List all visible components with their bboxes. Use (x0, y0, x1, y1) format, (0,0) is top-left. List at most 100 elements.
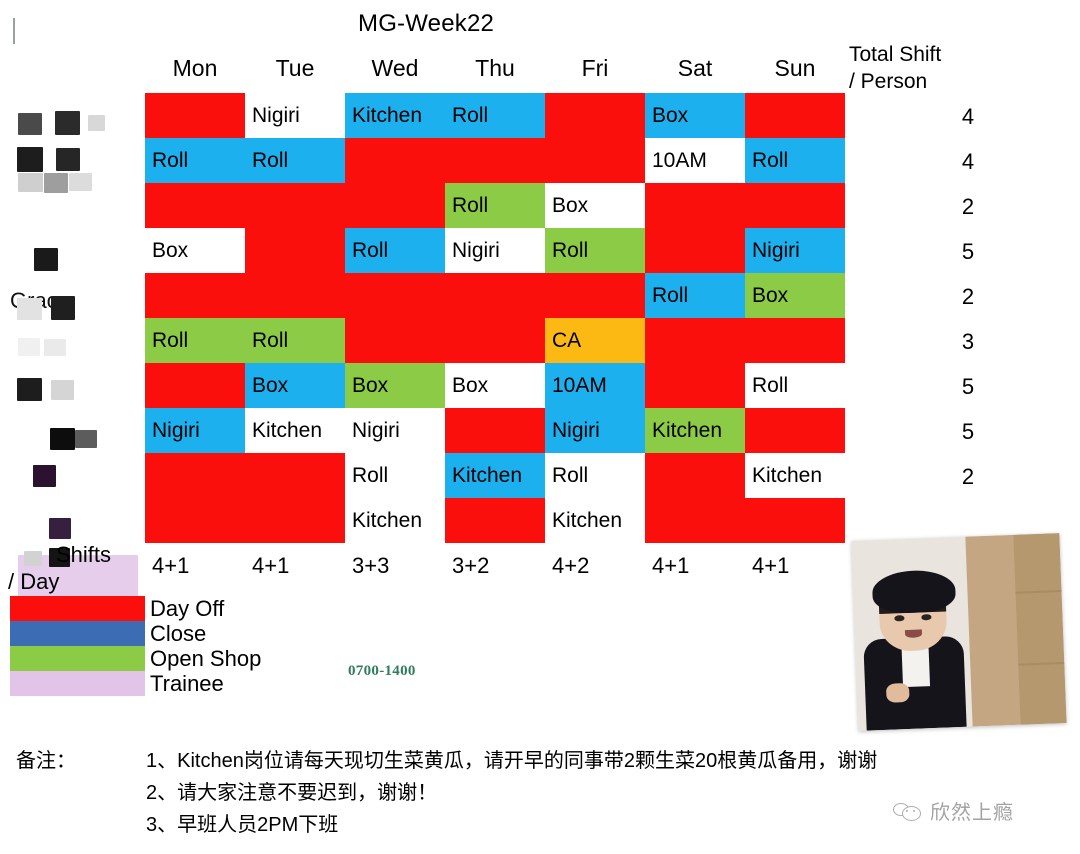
shift-cell[interactable] (445, 273, 545, 318)
shift-cell[interactable] (145, 453, 245, 498)
shift-cell[interactable]: Kitchen (745, 453, 845, 498)
schedule-grid: Nigiri Kitchen Roll Box Roll Roll 10AM Roll Roll… (145, 93, 850, 543)
shift-cell[interactable] (745, 318, 845, 363)
shift-cell[interactable] (745, 93, 845, 138)
shift-cell[interactable] (445, 318, 545, 363)
shift-cell[interactable] (645, 498, 745, 543)
redacted-name-block (51, 296, 75, 320)
shift-cell[interactable] (645, 453, 745, 498)
shift-cell[interactable] (245, 273, 345, 318)
shift-cell[interactable]: Roll (245, 138, 345, 183)
day-header-sat: Sat (677, 55, 713, 81)
shift-cell[interactable]: Kitchen (345, 498, 445, 543)
shift-cell[interactable] (545, 138, 645, 183)
shift-cell[interactable]: Kitchen (545, 498, 645, 543)
shift-cell[interactable] (445, 138, 545, 183)
shift-cell[interactable]: CA (545, 318, 645, 363)
redacted-name-block (17, 298, 42, 320)
redacted-name-block (17, 147, 43, 172)
shift-cell[interactable]: Nigiri (245, 93, 345, 138)
shift-cell[interactable] (245, 498, 345, 543)
shift-cell[interactable]: Roll (345, 228, 445, 273)
shift-cell[interactable] (445, 498, 545, 543)
photo-child-shirt (901, 648, 930, 688)
chat-bubble-icon (893, 801, 923, 821)
child-photo (851, 533, 1067, 731)
shift-cell[interactable]: Roll (545, 453, 645, 498)
redacted-name-block (88, 115, 105, 131)
shift-cell[interactable]: 10AM (545, 363, 645, 408)
shift-cell[interactable] (145, 93, 245, 138)
photo-child-eye (920, 614, 932, 621)
shift-cell[interactable]: Roll (445, 93, 545, 138)
shift-cell[interactable]: 10AM (645, 138, 745, 183)
shift-cell[interactable] (345, 138, 445, 183)
shift-cell[interactable] (145, 363, 245, 408)
shift-cell[interactable] (345, 273, 445, 318)
shift-cell[interactable]: Roll (145, 138, 245, 183)
shift-cell[interactable]: Roll (745, 138, 845, 183)
shift-cell[interactable] (545, 93, 645, 138)
shift-cell[interactable] (745, 498, 845, 543)
shift-cell[interactable] (145, 273, 245, 318)
shift-cell[interactable]: Roll (345, 453, 445, 498)
legend-label: Close (150, 621, 207, 646)
notes-line: 1、Kitchen岗位请每天现切生菜黄瓜，请开早的同事带2颗生菜20根黄瓜备用，… (146, 750, 878, 772)
shift-cell[interactable]: Kitchen (445, 453, 545, 498)
employee-name-column: Grace (0, 93, 145, 643)
shift-cell[interactable] (245, 183, 345, 228)
shift-cell[interactable] (745, 183, 845, 228)
shift-cell[interactable] (645, 318, 745, 363)
total-shift-value: 4 (961, 149, 975, 174)
shift-cell[interactable]: Nigiri (145, 408, 245, 453)
shift-cell[interactable]: Roll (745, 363, 845, 408)
shift-cell[interactable] (345, 318, 445, 363)
day-header-tue: Tue (275, 55, 315, 81)
shift-cell[interactable] (545, 273, 645, 318)
shift-cell[interactable] (645, 228, 745, 273)
shift-cell[interactable]: Kitchen (245, 408, 345, 453)
shift-cell[interactable]: Roll (445, 183, 545, 228)
shift-cell[interactable] (445, 408, 545, 453)
shift-cell[interactable]: Nigiri (545, 408, 645, 453)
shift-cell[interactable]: Nigiri (745, 228, 845, 273)
shift-cell[interactable]: Nigiri (345, 408, 445, 453)
shift-cell[interactable]: Box (745, 273, 845, 318)
shift-cell[interactable] (745, 408, 845, 453)
legend-label: Open Shop (150, 646, 262, 671)
shift-cell[interactable]: Box (245, 363, 345, 408)
redacted-name-block (18, 338, 40, 356)
legend-row: Open Shop (10, 646, 530, 671)
shift-cell[interactable]: Kitchen (645, 408, 745, 453)
shift-cell[interactable]: Box (345, 363, 445, 408)
shifts-per-day-value: 4+2 (552, 553, 590, 578)
shift-cell[interactable]: Roll (245, 318, 345, 363)
legend-swatch (10, 621, 145, 646)
shift-cell[interactable] (645, 183, 745, 228)
shift-cell[interactable] (245, 453, 345, 498)
total-shift-header-line2: / Person (849, 70, 928, 93)
redacted-name-block (34, 248, 58, 271)
shift-cell[interactable]: Box (145, 228, 245, 273)
shift-cell[interactable] (345, 183, 445, 228)
shift-cell[interactable] (145, 183, 245, 228)
shift-cell[interactable]: Box (645, 93, 745, 138)
shift-cell[interactable] (145, 498, 245, 543)
redacted-name-block (75, 430, 97, 448)
shift-cell[interactable]: Nigiri (445, 228, 545, 273)
shift-cell[interactable]: Box (445, 363, 545, 408)
shift-cell[interactable]: Roll (645, 273, 745, 318)
chat-bubble-dot (913, 809, 915, 812)
total-shift-value: 2 (961, 194, 975, 219)
shift-cell[interactable]: Roll (145, 318, 245, 363)
total-shift-value: 5 (961, 374, 975, 399)
notes-line: 2、请大家注意不要迟到，谢谢！ (146, 782, 438, 804)
shift-cell[interactable]: Kitchen (345, 93, 445, 138)
shift-cell[interactable] (645, 363, 745, 408)
redacted-name-block (17, 378, 42, 401)
legend-label: Day Off (150, 596, 225, 621)
shift-cell[interactable]: Roll (545, 228, 645, 273)
shifts-per-day-value: 3+3 (352, 553, 390, 578)
shift-cell[interactable] (245, 228, 345, 273)
shift-cell[interactable]: Box (545, 183, 645, 228)
